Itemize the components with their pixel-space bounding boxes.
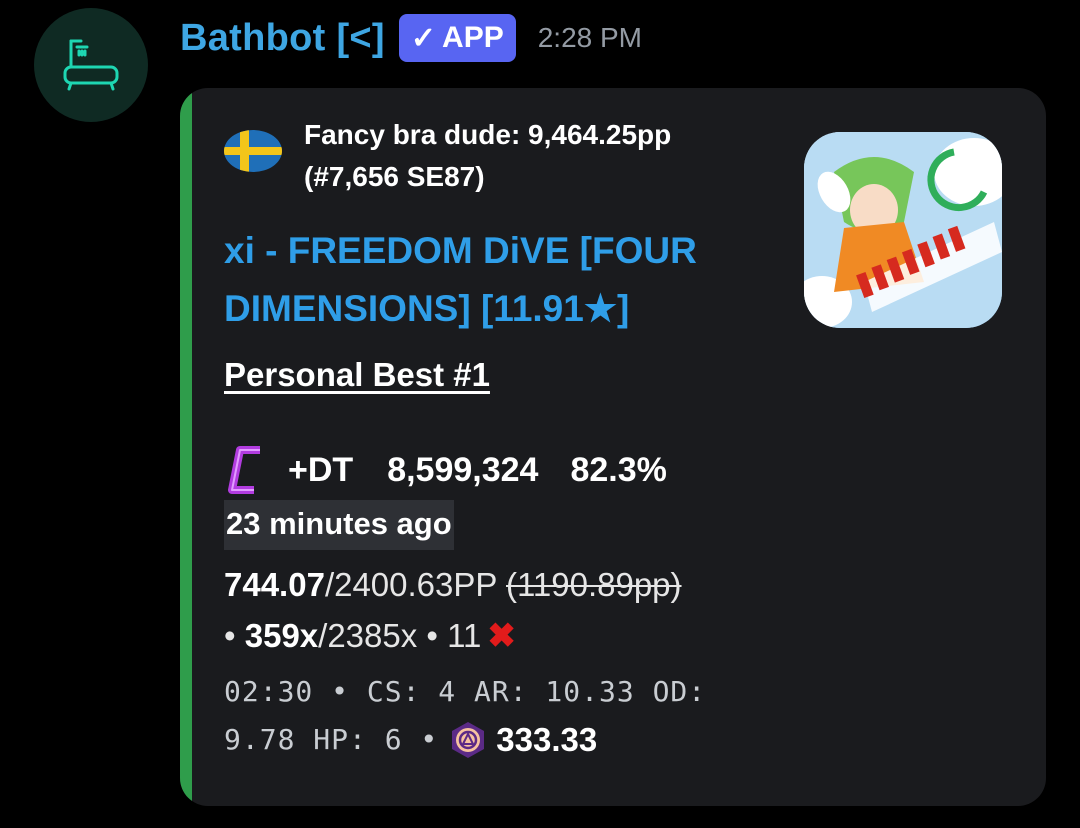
- mods: +DT: [288, 450, 354, 489]
- accuracy: 82.3%: [570, 450, 667, 489]
- embed-accent-bar: [180, 88, 192, 806]
- map-stats: 02:30 • CS: 4 AR: 10.33 OD: 9.78 HP: 6 •…: [224, 668, 706, 764]
- field-name-personal-best: Personal Best #1: [224, 356, 490, 393]
- message-header: Bathbot [<] ✓ APP 2:28 PM: [180, 12, 642, 64]
- embed-author[interactable]: Fancy bra dude: 9,464.25pp (#7,656 SE87): [224, 114, 671, 198]
- app-badge: ✓ APP: [398, 14, 516, 62]
- grade-c-icon: [228, 446, 260, 494]
- combo-bullet: •: [224, 617, 236, 654]
- username[interactable]: Bathbot [<]: [180, 17, 385, 60]
- author-rank: (#7,656 SE87): [304, 161, 485, 192]
- app-badge-label: APP: [442, 21, 504, 54]
- score-line: +DT 8,599,324 82.3%: [226, 444, 667, 496]
- score-embed: Fancy bra dude: 9,464.25pp (#7,656 SE87)…: [180, 88, 1046, 806]
- pp-line: 744.07/2400.63PP (1190.89pp): [224, 566, 682, 604]
- chat-message: Bathbot [<] ✓ APP 2:28 PM Fancy bra dude…: [0, 0, 1080, 828]
- stats-line-2: 9.78 HP: 6 •: [224, 723, 439, 756]
- pp-max: /2400.63PP: [324, 566, 497, 603]
- author-name-pp: Fancy bra dude: 9,464.25pp: [304, 119, 672, 150]
- osu-stars-icon: [452, 722, 485, 758]
- stats-line-1: 02:30 • CS: 4 AR: 10.33 OD:: [224, 675, 707, 708]
- combo-max: /2385x: [318, 617, 418, 654]
- combo-line: • 359x/2385x • 11 ✖: [224, 616, 516, 656]
- embed-title-link[interactable]: xi - FREEDOM DiVE [FOUR DIMENSIONS] [11.…: [224, 222, 744, 338]
- timestamp[interactable]: 2:28 PM: [538, 22, 642, 54]
- title-line-2: DIMENSIONS] [11.91★]: [224, 288, 630, 329]
- cross-x-icon: ✖: [487, 617, 516, 655]
- title-line-1: xi - FREEDOM DiVE [FOUR: [224, 230, 697, 271]
- combo-achieved: 359x: [244, 617, 319, 654]
- miss-count: • 11: [426, 617, 482, 654]
- score-value: 8,599,324: [387, 450, 539, 489]
- pp-achieved: 744.07: [224, 566, 325, 603]
- beatmap-thumbnail[interactable]: [804, 132, 1002, 328]
- stars-value: 333.33: [496, 721, 598, 758]
- sweden-flag-icon: [224, 130, 282, 172]
- avatar[interactable]: [34, 8, 148, 122]
- bathtub-shower-icon: [63, 39, 119, 91]
- time-ago: 23 minutes ago: [224, 500, 454, 550]
- checkmark-icon: ✓: [410, 21, 437, 55]
- pp-if-fc: (1190.89pp): [506, 566, 682, 603]
